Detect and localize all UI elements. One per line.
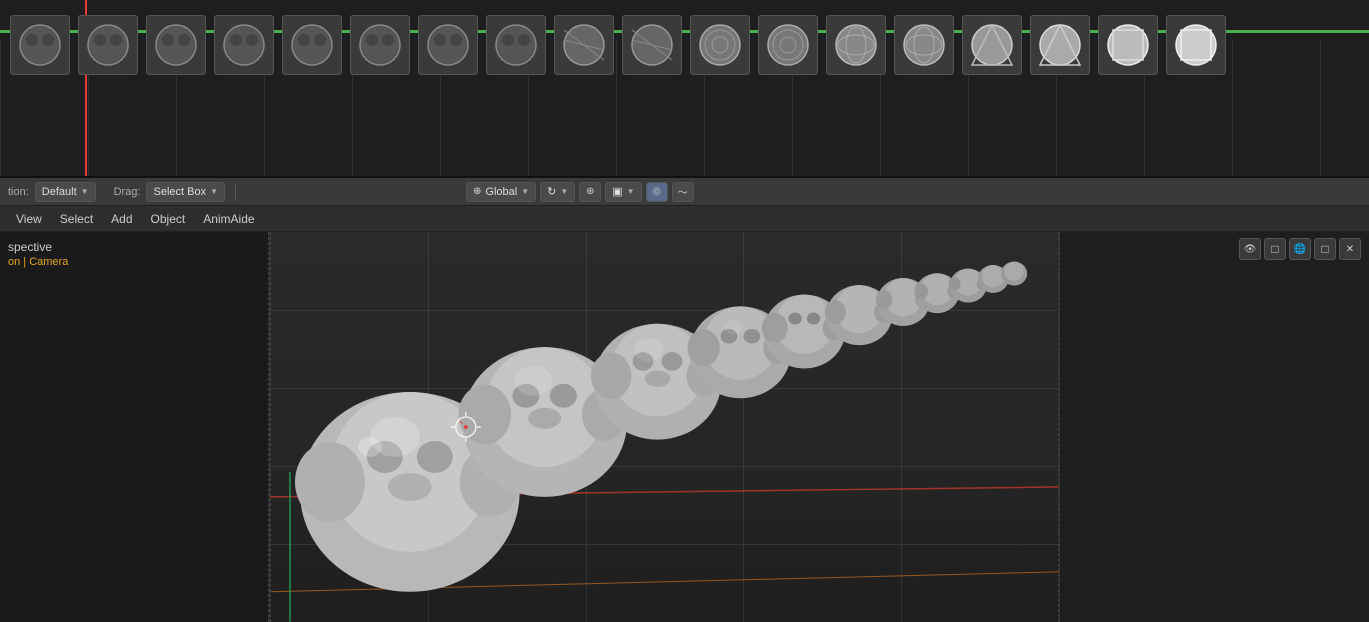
mode-dropdown[interactable]: Default ▼ <box>35 182 96 202</box>
thumb-1[interactable] <box>78 15 138 75</box>
right-view-btn[interactable]: □ <box>1314 238 1336 260</box>
menu-add[interactable]: Add <box>103 210 140 228</box>
thumb-4[interactable] <box>282 15 342 75</box>
gizmo-icon: 🌐 <box>1294 244 1306 255</box>
close-icon: ✕ <box>1346 244 1354 255</box>
orientation-icon: ⊕ <box>473 186 481 197</box>
mode-value: Default <box>42 186 77 198</box>
orientation-arrow: ▼ <box>521 187 529 196</box>
right-panel: 👁 □ 🌐 □ ✕ <box>1059 232 1369 622</box>
right-gizmo-btn[interactable]: 🌐 <box>1289 238 1311 260</box>
orientation-dropdown[interactable]: ⊕ Global ▼ <box>466 182 536 202</box>
proportional-icon: ◎ <box>652 186 661 197</box>
thumb-7[interactable] <box>486 15 546 75</box>
right-eye-btn[interactable]: 👁 <box>1239 238 1261 260</box>
mode-dropdown-arrow: ▼ <box>81 187 89 196</box>
thumb-5[interactable] <box>350 15 410 75</box>
pivot-icon: ↻ <box>547 185 556 198</box>
thumb-6[interactable] <box>418 15 478 75</box>
eye-icon: 👁 <box>1244 244 1257 255</box>
snap-options-icon: ▣ <box>612 185 622 198</box>
timeline-area[interactable] <box>0 0 1369 178</box>
thumb-13[interactable] <box>894 15 954 75</box>
pivot-arrow: ▼ <box>560 187 568 196</box>
timeline-thumbnails <box>0 5 1236 85</box>
drag-label: Drag: <box>114 186 141 198</box>
thumb-10[interactable] <box>690 15 750 75</box>
right-panel-toolbar: 👁 □ 🌐 □ ✕ <box>1239 238 1361 260</box>
drag-dropdown-arrow: ▼ <box>210 187 218 196</box>
viewport-left-divider <box>270 232 271 622</box>
snap-icon: ⊕ <box>586 186 594 197</box>
toolbar-row: tion: Default ▼ Drag: Select Box ▼ ⊕ Glo… <box>0 178 1369 206</box>
menu-animaide[interactable]: AnimAide <box>195 210 262 228</box>
3d-scene <box>270 232 1059 622</box>
thumb-8[interactable] <box>554 15 614 75</box>
main-viewport[interactable] <box>270 232 1059 622</box>
mode-label: tion: <box>8 186 29 198</box>
perspective-label: spective <box>8 240 52 254</box>
thumb-3[interactable] <box>214 15 274 75</box>
thumb-12[interactable] <box>826 15 886 75</box>
view-icon: □ <box>1321 242 1328 256</box>
thumb-17[interactable] <box>1166 15 1226 75</box>
thumb-15[interactable] <box>1030 15 1090 75</box>
right-overlay-btn[interactable]: □ <box>1264 238 1286 260</box>
pivot-dropdown[interactable]: ↻ ▼ <box>540 182 575 202</box>
right-close-btn[interactable]: ✕ <box>1339 238 1361 260</box>
menu-object[interactable]: Object <box>143 210 194 228</box>
thumb-11[interactable] <box>758 15 818 75</box>
thumb-0[interactable] <box>10 15 70 75</box>
left-panel-border <box>268 232 269 622</box>
snap-options-arrow: ▼ <box>627 187 635 196</box>
thumb-2[interactable] <box>146 15 206 75</box>
menu-bar: View Select Add Object AnimAide <box>0 206 1369 232</box>
left-panel: spective on | Camera <box>0 232 270 622</box>
grease-pencil-icon: 〜 <box>678 184 688 199</box>
main-area: spective on | Camera <box>0 232 1369 622</box>
orientation-value: Global <box>485 186 517 198</box>
snap-toggle[interactable]: ⊕ <box>579 182 601 202</box>
thumb-9[interactable] <box>622 15 682 75</box>
drag-dropdown[interactable]: Select Box ▼ <box>146 182 225 202</box>
snap-options[interactable]: ▣ ▼ <box>605 182 641 202</box>
thumb-16[interactable] <box>1098 15 1158 75</box>
thumb-14[interactable] <box>962 15 1022 75</box>
menu-select[interactable]: Select <box>52 210 101 228</box>
camera-label: on | Camera <box>8 256 68 268</box>
drag-value: Select Box <box>153 186 206 198</box>
proportional-editing[interactable]: ◎ <box>646 182 668 202</box>
toolbar-separator-1 <box>235 183 236 201</box>
grease-pencil[interactable]: 〜 <box>672 182 694 202</box>
overlay-icon: □ <box>1271 242 1278 256</box>
menu-view[interactable]: View <box>8 210 50 228</box>
